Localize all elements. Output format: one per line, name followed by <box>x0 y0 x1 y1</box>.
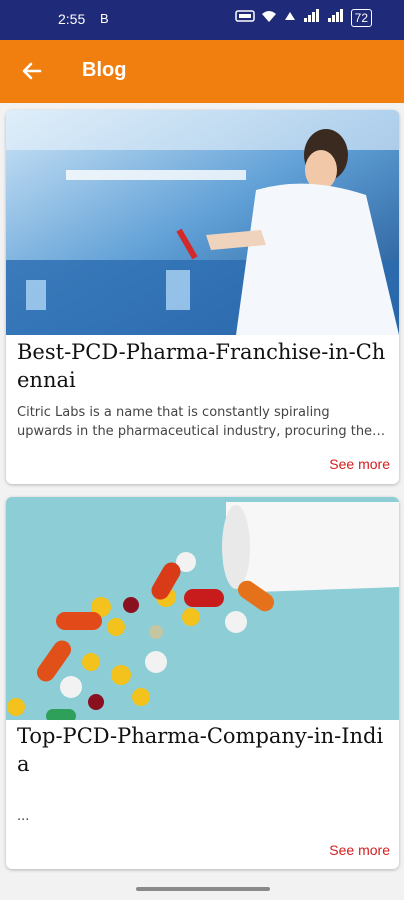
app-bar: Blog <box>0 40 404 103</box>
status-b-icon: B <box>100 11 109 26</box>
signal-icon <box>327 9 345 27</box>
see-more-link[interactable]: See more <box>329 842 390 858</box>
blog-card[interactable]: Top-PCD-Pharma-Company-in-India ... See … <box>6 497 399 869</box>
vowifi-icon <box>234 9 255 27</box>
post-title[interactable]: Top-PCD-Pharma-Company-in-India <box>17 722 395 778</box>
status-bar: 2:55 B 72 <box>0 0 404 40</box>
home-indicator[interactable] <box>136 887 270 891</box>
blog-card[interactable]: Best-PCD-Pharma-Franchise-in-Chennai Cit… <box>6 110 399 484</box>
scientist-lab-image <box>6 110 399 335</box>
back-arrow-icon[interactable] <box>18 57 46 85</box>
pills-bottle-image <box>6 497 399 723</box>
signal-icon <box>303 9 321 27</box>
page-title: Blog <box>82 59 127 81</box>
see-more-link[interactable]: See more <box>329 456 390 472</box>
status-icons: 72 <box>234 9 372 27</box>
post-description: Citric Labs is a name that is constantly… <box>17 405 373 439</box>
battery-icon: 72 <box>350 9 372 27</box>
status-time: 2:55 <box>58 11 86 27</box>
post-description: ... <box>17 809 30 824</box>
volte-icon <box>283 9 297 27</box>
post-title[interactable]: Best-PCD-Pharma-Franchise-in-Chennai <box>17 338 395 394</box>
wifi-icon <box>261 9 277 27</box>
